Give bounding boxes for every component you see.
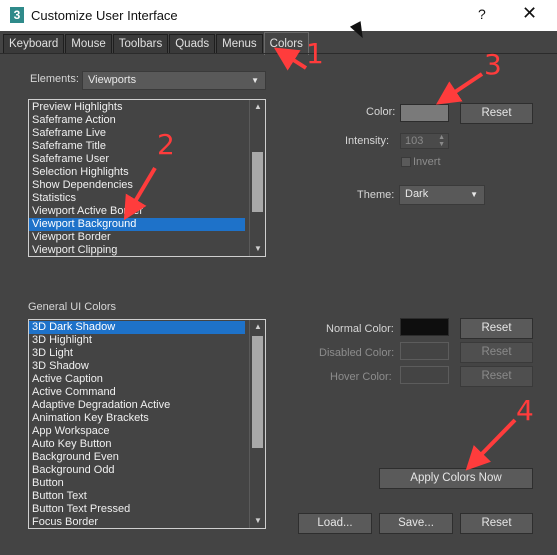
general-colors-list-item[interactable]: Background Even — [29, 451, 245, 464]
elements-dropdown[interactable]: Viewports ▼ — [82, 71, 266, 90]
general-colors-list-item[interactable]: Button Text Pressed — [29, 503, 245, 516]
elements-list-item[interactable]: Selection Highlights — [29, 166, 245, 179]
elements-list-item[interactable]: Safeframe Title — [29, 140, 245, 153]
elements-list[interactable]: Preview Highlights Safeframe Action Safefr… — [28, 99, 266, 257]
general-colors-list-item[interactable]: 3D Highlight — [29, 334, 245, 347]
color-reset-button[interactable]: Reset — [460, 103, 533, 124]
general-scrollbar[interactable]: ▲ ▼ — [249, 320, 265, 528]
window-title: Customize User Interface — [31, 8, 178, 23]
tab-menus[interactable]: Menus — [216, 34, 263, 54]
chevron-down-icon: ▼ — [470, 190, 478, 199]
invert-label: Invert — [413, 156, 441, 168]
close-button[interactable]: ✕ — [522, 3, 537, 24]
title-bar: 3 Customize User Interface ? ✕ — [0, 0, 557, 31]
annotation-arrow-1 — [273, 47, 308, 71]
bottom-reset-button[interactable]: Reset — [460, 513, 533, 534]
annotation-number-1: 1 — [306, 37, 324, 70]
elements-list-item[interactable]: Viewport Background — [29, 218, 245, 231]
general-colors-list-item[interactable]: Adaptive Degradation Active — [29, 399, 245, 412]
general-colors-list-item[interactable]: App Workspace — [29, 425, 245, 438]
scroll-thumb[interactable] — [252, 152, 263, 212]
elements-list-item[interactable]: Safeframe User — [29, 153, 245, 166]
disabled-color-label: Disabled Color: — [319, 347, 395, 359]
general-colors-list-item[interactable]: 3D Shadow — [29, 360, 245, 373]
normal-color-swatch[interactable] — [400, 318, 449, 336]
annotation-number-4: 4 — [516, 394, 534, 427]
normal-reset-button[interactable]: Reset — [460, 318, 533, 339]
theme-label: Theme: — [357, 189, 395, 201]
save-button[interactable]: Save... — [379, 513, 453, 534]
general-colors-list[interactable]: 3D Dark Shadow 3D Highlight 3D Light 3D Sha… — [28, 319, 266, 529]
tab-mouse[interactable]: Mouse — [65, 34, 112, 54]
general-colors-list-item[interactable]: Background Odd — [29, 464, 245, 477]
general-colors-list-item[interactable]: Active Caption — [29, 373, 245, 386]
disabled-color-swatch — [400, 342, 449, 360]
app-logo-icon: 3 — [10, 7, 24, 23]
normal-color-label: Normal Color: — [326, 323, 394, 335]
general-colors-list-item[interactable]: 3D Light — [29, 347, 245, 360]
color-swatch[interactable] — [400, 104, 449, 122]
elements-list-item[interactable]: Show Dependencies — [29, 179, 245, 192]
general-colors-list-item[interactable]: Focus Border — [29, 516, 245, 528]
elements-scrollbar[interactable]: ▲ ▼ — [249, 100, 265, 256]
general-ui-colors-label: General UI Colors — [28, 301, 117, 313]
tab-colors[interactable]: Colors — [263, 32, 309, 55]
scroll-down-icon[interactable]: ▼ — [250, 242, 265, 256]
help-button[interactable]: ? — [478, 6, 486, 22]
intensity-value: 103 — [405, 135, 424, 147]
elements-dropdown-value: Viewports — [88, 74, 137, 86]
annotation-arrow-4 — [465, 418, 517, 471]
general-colors-list-item[interactable]: 3D Dark Shadow — [29, 321, 245, 334]
tab-keyboard[interactable]: Keyboard — [3, 34, 65, 54]
elements-list-item[interactable]: Preview Highlights — [29, 101, 245, 114]
theme-dropdown[interactable]: Dark ▼ — [399, 185, 485, 205]
color-label: Color: — [366, 106, 396, 118]
general-colors-list-item[interactable]: Animation Key Brackets — [29, 412, 245, 425]
scroll-down-icon[interactable]: ▼ — [250, 514, 265, 528]
tab-divider — [0, 53, 557, 54]
elements-label: Elements: — [30, 73, 79, 85]
general-colors-list-item[interactable]: Active Command — [29, 386, 245, 399]
elements-list-item[interactable]: Safeframe Action — [29, 114, 245, 127]
tab-toolbars[interactable]: Toolbars — [112, 34, 169, 54]
invert-checkbox[interactable] — [401, 157, 411, 167]
general-colors-list-item[interactable]: Auto Key Button — [29, 438, 245, 451]
scroll-up-icon[interactable]: ▲ — [250, 100, 265, 114]
intensity-label: Intensity: — [345, 135, 390, 147]
elements-list-item[interactable]: Viewport Active Border — [29, 205, 245, 218]
chevron-down-icon: ▼ — [251, 76, 259, 85]
scroll-up-icon[interactable]: ▲ — [250, 320, 265, 334]
hover-reset-button: Reset — [460, 366, 533, 387]
elements-list-item[interactable]: Viewport Border — [29, 231, 245, 244]
elements-list-item[interactable]: Safeframe Live — [29, 127, 245, 140]
general-colors-list-item[interactable]: Button — [29, 477, 245, 490]
apply-colors-now-button[interactable]: Apply Colors Now — [379, 468, 533, 489]
annotation-number-2: 2 — [157, 128, 175, 161]
theme-dropdown-value: Dark — [405, 188, 429, 200]
annotation-arrow-3 — [436, 72, 484, 105]
scroll-thumb[interactable] — [252, 336, 263, 448]
annotation-number-3: 3 — [484, 48, 502, 81]
tab-bar: Keyboard Mouse Toolbars Quads Menus Colo… — [3, 32, 310, 55]
intensity-spinner[interactable]: 103 ▲ ▼ — [400, 133, 449, 149]
disabled-reset-button: Reset — [460, 342, 533, 363]
tab-quads[interactable]: Quads — [169, 34, 216, 54]
general-colors-list-item[interactable]: Button Text — [29, 490, 245, 503]
hover-color-label: Hover Color: — [330, 371, 392, 383]
load-button[interactable]: Load... — [298, 513, 372, 534]
elements-list-item[interactable]: Statistics — [29, 192, 245, 205]
hover-color-swatch — [400, 366, 449, 384]
elements-list-item[interactable]: Viewport Clipping — [29, 244, 245, 256]
spinner-arrows-icon[interactable]: ▲ ▼ — [438, 134, 445, 148]
